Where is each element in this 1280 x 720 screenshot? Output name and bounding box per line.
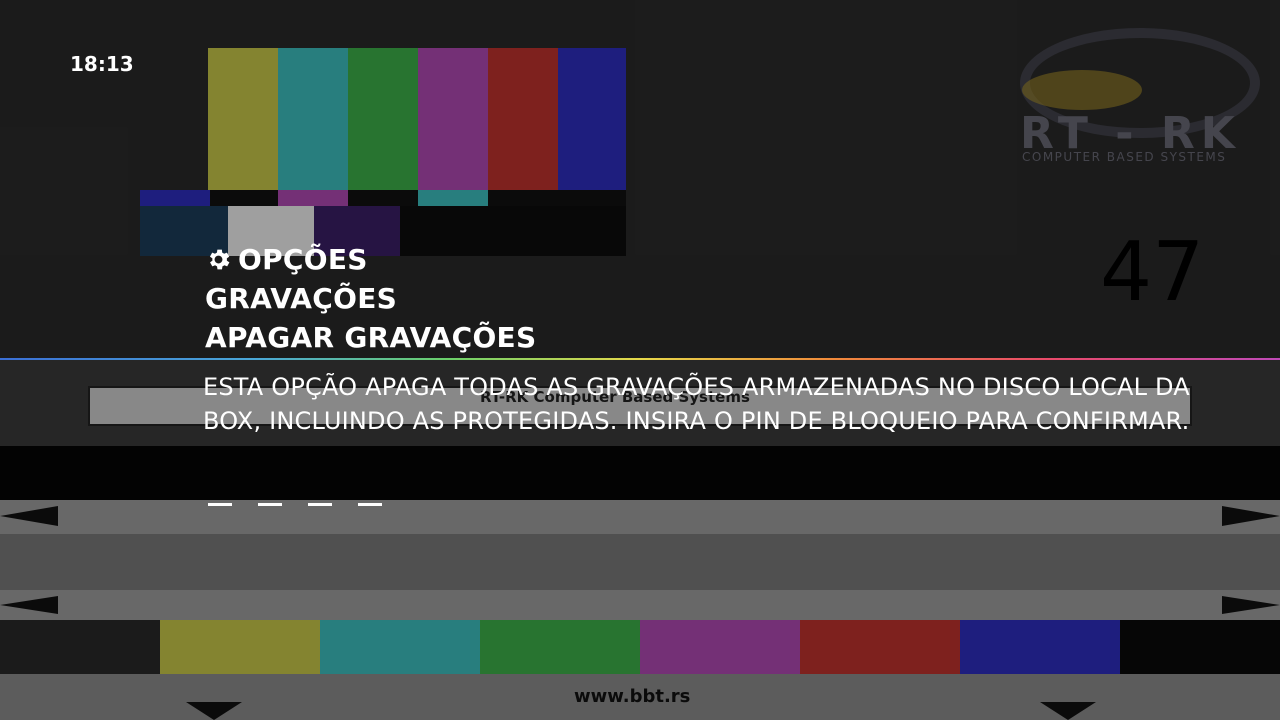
- page-title: APAGAR GRAVAÇÕES: [205, 321, 537, 354]
- overlay-dim: [0, 0, 1280, 720]
- breadcrumb: OPÇÕES GRAVAÇÕES APAGAR GRAVAÇÕES: [205, 240, 536, 357]
- pin-digit-slot[interactable]: [208, 503, 232, 506]
- clock: 18:13: [70, 52, 134, 76]
- breadcrumb-options: OPÇÕES: [205, 240, 536, 279]
- pin-digit-slot[interactable]: [308, 503, 332, 506]
- description-text: ESTA OPÇÃO APAGA TODAS AS GRAVAÇÕES ARMA…: [203, 373, 1190, 435]
- pin-input[interactable]: [208, 503, 382, 506]
- rainbow-divider: [0, 358, 1280, 360]
- gear-icon: [209, 249, 230, 270]
- breadcrumb-level-1: OPÇÕES: [238, 243, 368, 276]
- breadcrumb-recordings: GRAVAÇÕES: [205, 282, 398, 315]
- pin-digit-slot[interactable]: [258, 503, 282, 506]
- pin-digit-slot[interactable]: [358, 503, 382, 506]
